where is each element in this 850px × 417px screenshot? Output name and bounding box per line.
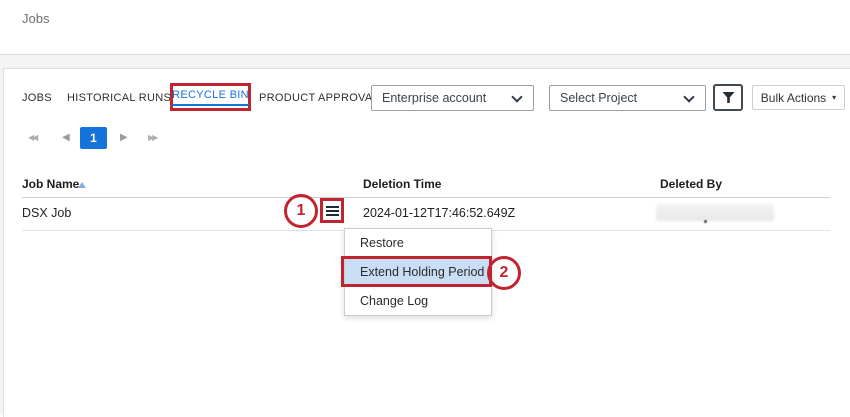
chevron-down-icon — [511, 91, 522, 102]
menu-item-restore[interactable]: Restore — [345, 229, 491, 258]
tab-product-approval[interactable]: PRODUCT APPROVAL — [259, 92, 379, 104]
hamburger-icon — [326, 214, 339, 216]
annotation-step-2: 2 — [487, 256, 521, 290]
deletion-time-cell: 2024-01-12T17:46:52.649Z — [363, 206, 515, 220]
table-header-divider — [22, 197, 830, 198]
menu-item-extend-holding-period[interactable]: Extend Holding Period — [345, 258, 491, 287]
row-context-menu: Restore Extend Holding Period Change Log — [344, 228, 492, 316]
account-dropdown[interactable]: Enterprise account — [371, 85, 534, 111]
page-title: Jobs — [22, 11, 49, 26]
pagination-last-button[interactable]: ▶▶ — [148, 133, 156, 142]
pagination-current-page[interactable]: 1 — [80, 127, 107, 149]
annotation-box-recycle-bin: RECYCLE BIN — [170, 83, 251, 111]
chevron-down-icon — [683, 91, 694, 102]
project-dropdown-value: Select Project — [560, 91, 637, 105]
sort-ascending-icon — [78, 182, 86, 188]
pagination-first-button[interactable]: ◀◀ — [28, 133, 36, 142]
caret-down-icon: ▾ — [832, 93, 836, 102]
bulk-actions-button[interactable]: Bulk Actions ▾ — [752, 85, 845, 110]
menu-item-change-log[interactable]: Change Log — [345, 287, 491, 316]
redaction-smudge — [704, 220, 707, 223]
pagination-prev-button[interactable]: ◀ — [62, 132, 70, 143]
deleted-by-redacted-value — [656, 204, 774, 221]
column-header-deleted-by: Deleted By — [660, 177, 722, 191]
bulk-actions-label: Bulk Actions — [761, 91, 826, 105]
hamburger-icon — [326, 210, 339, 212]
column-header-deletion-time: Deletion Time — [363, 177, 441, 191]
pagination-next-button[interactable]: ▶ — [120, 132, 128, 143]
annotation-step-1: 1 — [284, 194, 318, 228]
funnel-icon — [722, 91, 735, 104]
row-menu-button[interactable] — [320, 198, 344, 223]
filter-button[interactable] — [713, 84, 743, 111]
tab-historical-runs[interactable]: HISTORICAL RUNS — [67, 92, 171, 104]
column-header-job-name[interactable]: Job Name — [22, 177, 79, 191]
tab-recycle-bin[interactable]: RECYCLE BIN — [172, 89, 249, 106]
project-dropdown[interactable]: Select Project — [549, 85, 706, 111]
job-name-cell: DSX Job — [22, 206, 71, 220]
hamburger-icon — [326, 206, 339, 208]
tab-jobs[interactable]: JOBS — [22, 92, 52, 104]
account-dropdown-value: Enterprise account — [382, 91, 486, 105]
